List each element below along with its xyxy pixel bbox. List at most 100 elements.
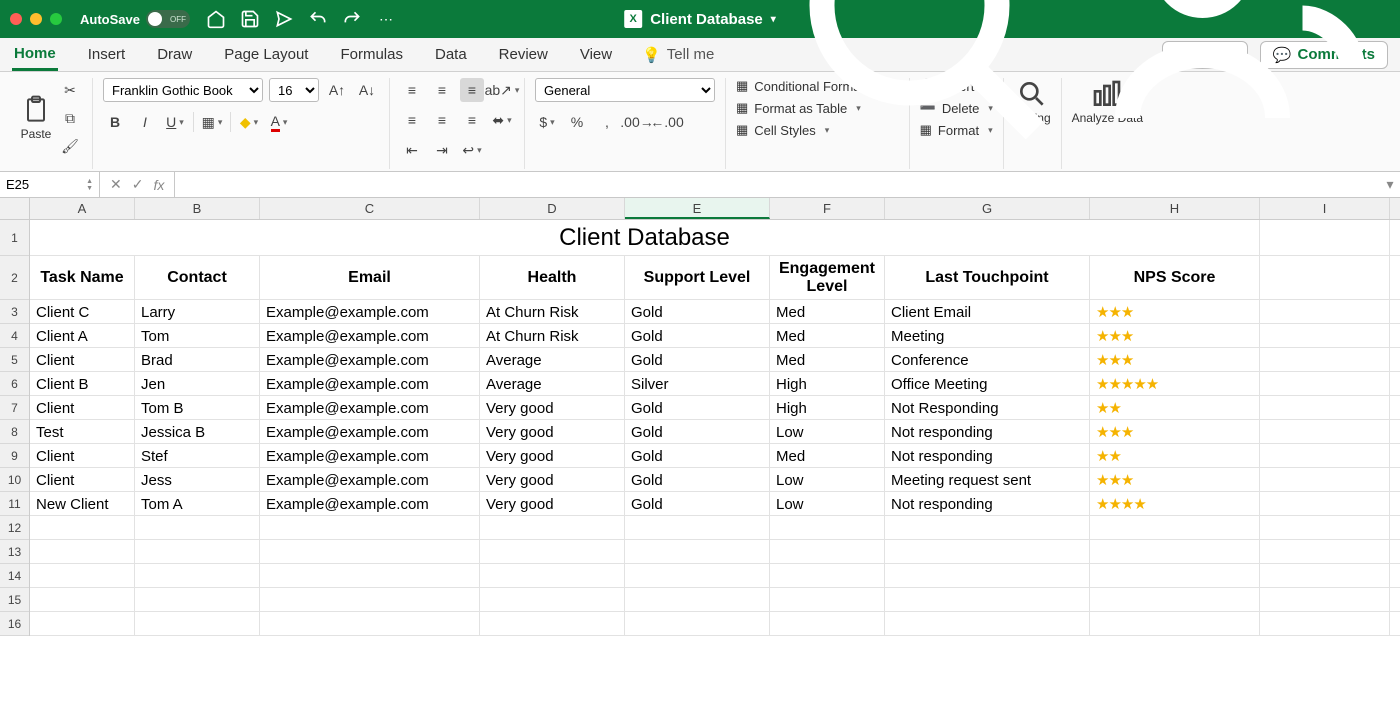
cell-F14[interactable]: [770, 564, 885, 588]
cell-B14[interactable]: [135, 564, 260, 588]
cell-H10[interactable]: ★★★: [1090, 468, 1260, 492]
cell-I4[interactable]: [1260, 324, 1390, 348]
row-header-12[interactable]: 12: [0, 516, 29, 540]
cell-G14[interactable]: [885, 564, 1090, 588]
cell-B6[interactable]: Jen: [135, 372, 260, 396]
cell-G7[interactable]: Not Responding: [885, 396, 1090, 420]
cell-D5[interactable]: Average: [480, 348, 625, 372]
cell-G12[interactable]: [885, 516, 1090, 540]
cell-E12[interactable]: [625, 516, 770, 540]
align-right-icon[interactable]: ≡: [460, 108, 484, 132]
cell-G6[interactable]: Office Meeting: [885, 372, 1090, 396]
cell-B8[interactable]: Jessica B: [135, 420, 260, 444]
cell-E3[interactable]: Gold: [625, 300, 770, 324]
bold-button[interactable]: B: [103, 110, 127, 134]
cut-icon[interactable]: ✂: [58, 78, 82, 102]
col-header-C[interactable]: C: [260, 198, 480, 219]
decrease-decimal-icon[interactable]: ←.00: [655, 110, 679, 134]
cell-D11[interactable]: Very good: [480, 492, 625, 516]
decrease-font-icon[interactable]: A↓: [355, 78, 379, 102]
header-cell-D[interactable]: Health: [480, 256, 625, 300]
cell-C12[interactable]: [260, 516, 480, 540]
col-header-F[interactable]: F: [770, 198, 885, 219]
cell-F8[interactable]: Low: [770, 420, 885, 444]
cell-C6[interactable]: Example@example.com: [260, 372, 480, 396]
spin-down-icon[interactable]: ▼: [86, 185, 93, 192]
col-header-A[interactable]: A: [30, 198, 135, 219]
cell-D9[interactable]: Very good: [480, 444, 625, 468]
select-all-corner[interactable]: [0, 198, 30, 220]
cell-I14[interactable]: [1260, 564, 1390, 588]
cell-F6[interactable]: High: [770, 372, 885, 396]
cell-G10[interactable]: Meeting request sent: [885, 468, 1090, 492]
accept-formula-icon[interactable]: ✓: [132, 176, 144, 193]
cell-H6[interactable]: ★★★★★: [1090, 372, 1260, 396]
format-painter-icon[interactable]: 🖌: [58, 134, 82, 158]
expand-formula-bar-icon[interactable]: ▾: [1380, 172, 1400, 197]
row-header-9[interactable]: 9: [0, 444, 29, 468]
cell-F3[interactable]: Med: [770, 300, 885, 324]
cell-G15[interactable]: [885, 588, 1090, 612]
header-cell-F[interactable]: Engagement Level: [770, 256, 885, 300]
increase-font-icon[interactable]: A↑: [325, 78, 349, 102]
currency-icon[interactable]: $: [535, 110, 559, 134]
cell-D16[interactable]: [480, 612, 625, 636]
cell-E4[interactable]: Gold: [625, 324, 770, 348]
tab-review[interactable]: Review: [497, 40, 550, 69]
increase-decimal-icon[interactable]: .00→: [625, 110, 649, 134]
row-header-4[interactable]: 4: [0, 324, 29, 348]
cell-C11[interactable]: Example@example.com: [260, 492, 480, 516]
cell-H5[interactable]: ★★★: [1090, 348, 1260, 372]
cell-G4[interactable]: Meeting: [885, 324, 1090, 348]
cell-F10[interactable]: Low: [770, 468, 885, 492]
cell-A7[interactable]: Client: [30, 396, 135, 420]
cell-G3[interactable]: Client Email: [885, 300, 1090, 324]
cell-D10[interactable]: Very good: [480, 468, 625, 492]
cell-F7[interactable]: High: [770, 396, 885, 420]
cell-I6[interactable]: [1260, 372, 1390, 396]
cell-G5[interactable]: Conference: [885, 348, 1090, 372]
cell-A9[interactable]: Client: [30, 444, 135, 468]
cell-C9[interactable]: Example@example.com: [260, 444, 480, 468]
cell-H3[interactable]: ★★★: [1090, 300, 1260, 324]
col-header-B[interactable]: B: [135, 198, 260, 219]
send-icon[interactable]: [274, 9, 294, 29]
cell-I9[interactable]: [1260, 444, 1390, 468]
align-left-icon[interactable]: ≡: [400, 108, 424, 132]
merge-button[interactable]: ⬌: [490, 108, 514, 132]
cell-D3[interactable]: At Churn Risk: [480, 300, 625, 324]
font-family-select[interactable]: Franklin Gothic Book: [103, 78, 263, 102]
cell-B10[interactable]: Jess: [135, 468, 260, 492]
document-title[interactable]: X Client Database ▾: [624, 10, 776, 28]
font-size-select[interactable]: 16: [269, 78, 319, 102]
border-button[interactable]: ▦: [200, 110, 224, 134]
header-cell-B[interactable]: Contact: [135, 256, 260, 300]
cell-D7[interactable]: Very good: [480, 396, 625, 420]
row-header-5[interactable]: 5: [0, 348, 29, 372]
tell-me[interactable]: 💡 Tell me: [642, 46, 714, 64]
decrease-indent-icon[interactable]: ⇤: [400, 138, 424, 162]
cell-E6[interactable]: Silver: [625, 372, 770, 396]
col-header-E[interactable]: E: [625, 198, 770, 219]
tab-insert[interactable]: Insert: [86, 40, 128, 69]
cell-I1[interactable]: [1260, 220, 1390, 256]
cell-G11[interactable]: Not responding: [885, 492, 1090, 516]
col-header-D[interactable]: D: [480, 198, 625, 219]
cell-D13[interactable]: [480, 540, 625, 564]
row-header-11[interactable]: 11: [0, 492, 29, 516]
tab-data[interactable]: Data: [433, 40, 469, 69]
header-cell-C[interactable]: Email: [260, 256, 480, 300]
cell-B5[interactable]: Brad: [135, 348, 260, 372]
cell-C4[interactable]: Example@example.com: [260, 324, 480, 348]
undo-icon[interactable]: [308, 9, 328, 29]
cell-I5[interactable]: [1260, 348, 1390, 372]
cell-F5[interactable]: Med: [770, 348, 885, 372]
cancel-formula-icon[interactable]: ✕: [110, 176, 122, 193]
cell-E16[interactable]: [625, 612, 770, 636]
redo-icon[interactable]: [342, 9, 362, 29]
header-cell-G[interactable]: Last Touchpoint: [885, 256, 1090, 300]
cell-H7[interactable]: ★★: [1090, 396, 1260, 420]
cell-D15[interactable]: [480, 588, 625, 612]
minimize-window-button[interactable]: [30, 13, 42, 25]
header-cell-E[interactable]: Support Level: [625, 256, 770, 300]
